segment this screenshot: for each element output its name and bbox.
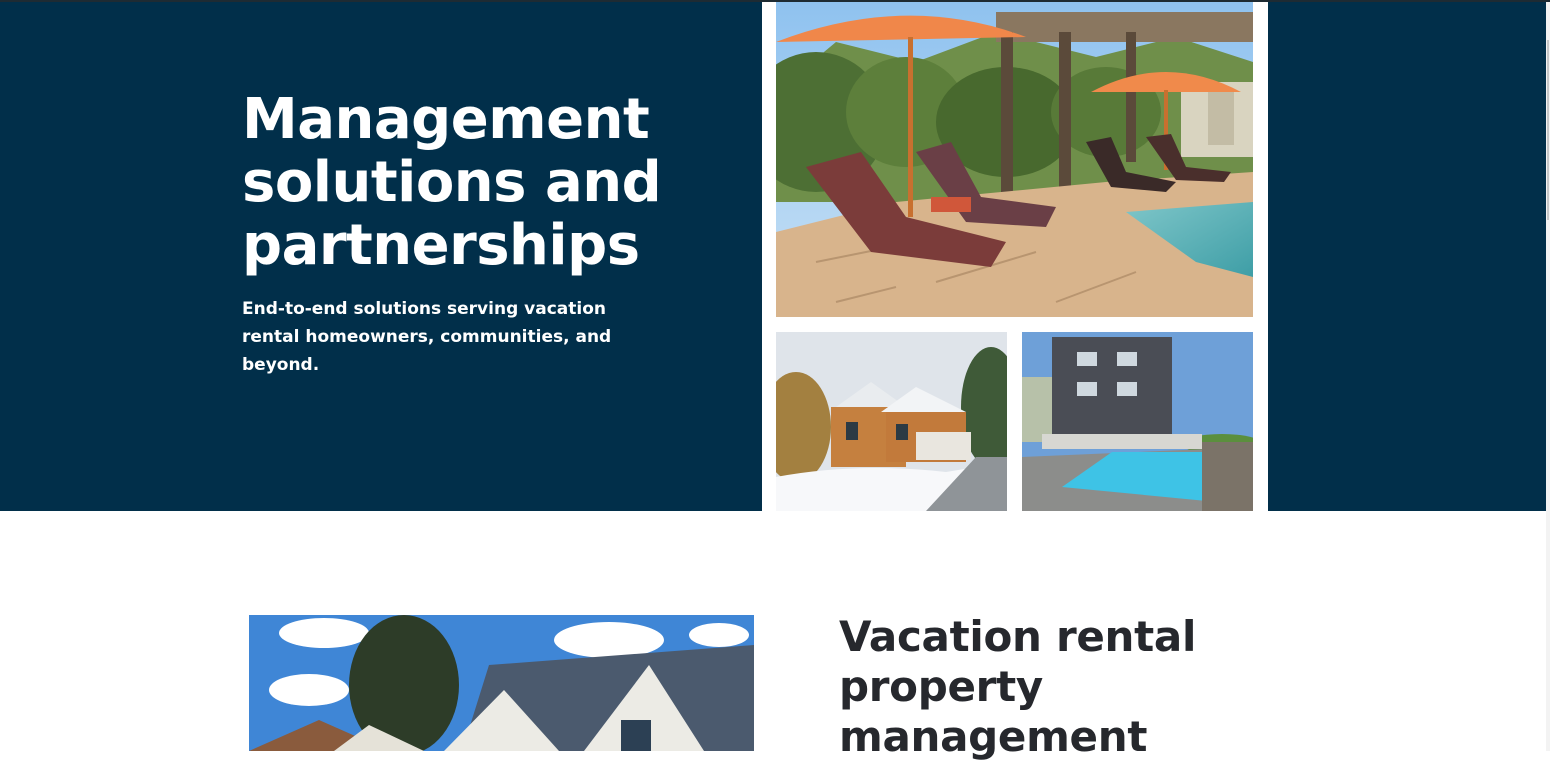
scrollbar-thumb[interactable] (1547, 40, 1549, 220)
beach-house-pool-photo (1022, 332, 1253, 511)
hero-text-block: Management solutions and partnerships En… (242, 88, 702, 379)
snowy-house-photo (776, 332, 1007, 511)
section-title: Vacation rental property management (839, 612, 1259, 762)
hero-title: Management solutions and partnerships (242, 88, 702, 277)
pool-patio-photo (776, 2, 1253, 317)
section-title-line: Vacation rental (839, 612, 1197, 661)
section-title-line: management (839, 712, 1148, 761)
section-title-line: property (839, 662, 1043, 711)
hero-subtitle: End-to-end solutions serving vacation re… (242, 299, 612, 375)
hero-title-line: partnerships (242, 213, 640, 278)
hero-title-line: Management (242, 87, 650, 152)
hero-title-line: solutions and (242, 150, 662, 215)
house-roof-photo (249, 615, 754, 751)
